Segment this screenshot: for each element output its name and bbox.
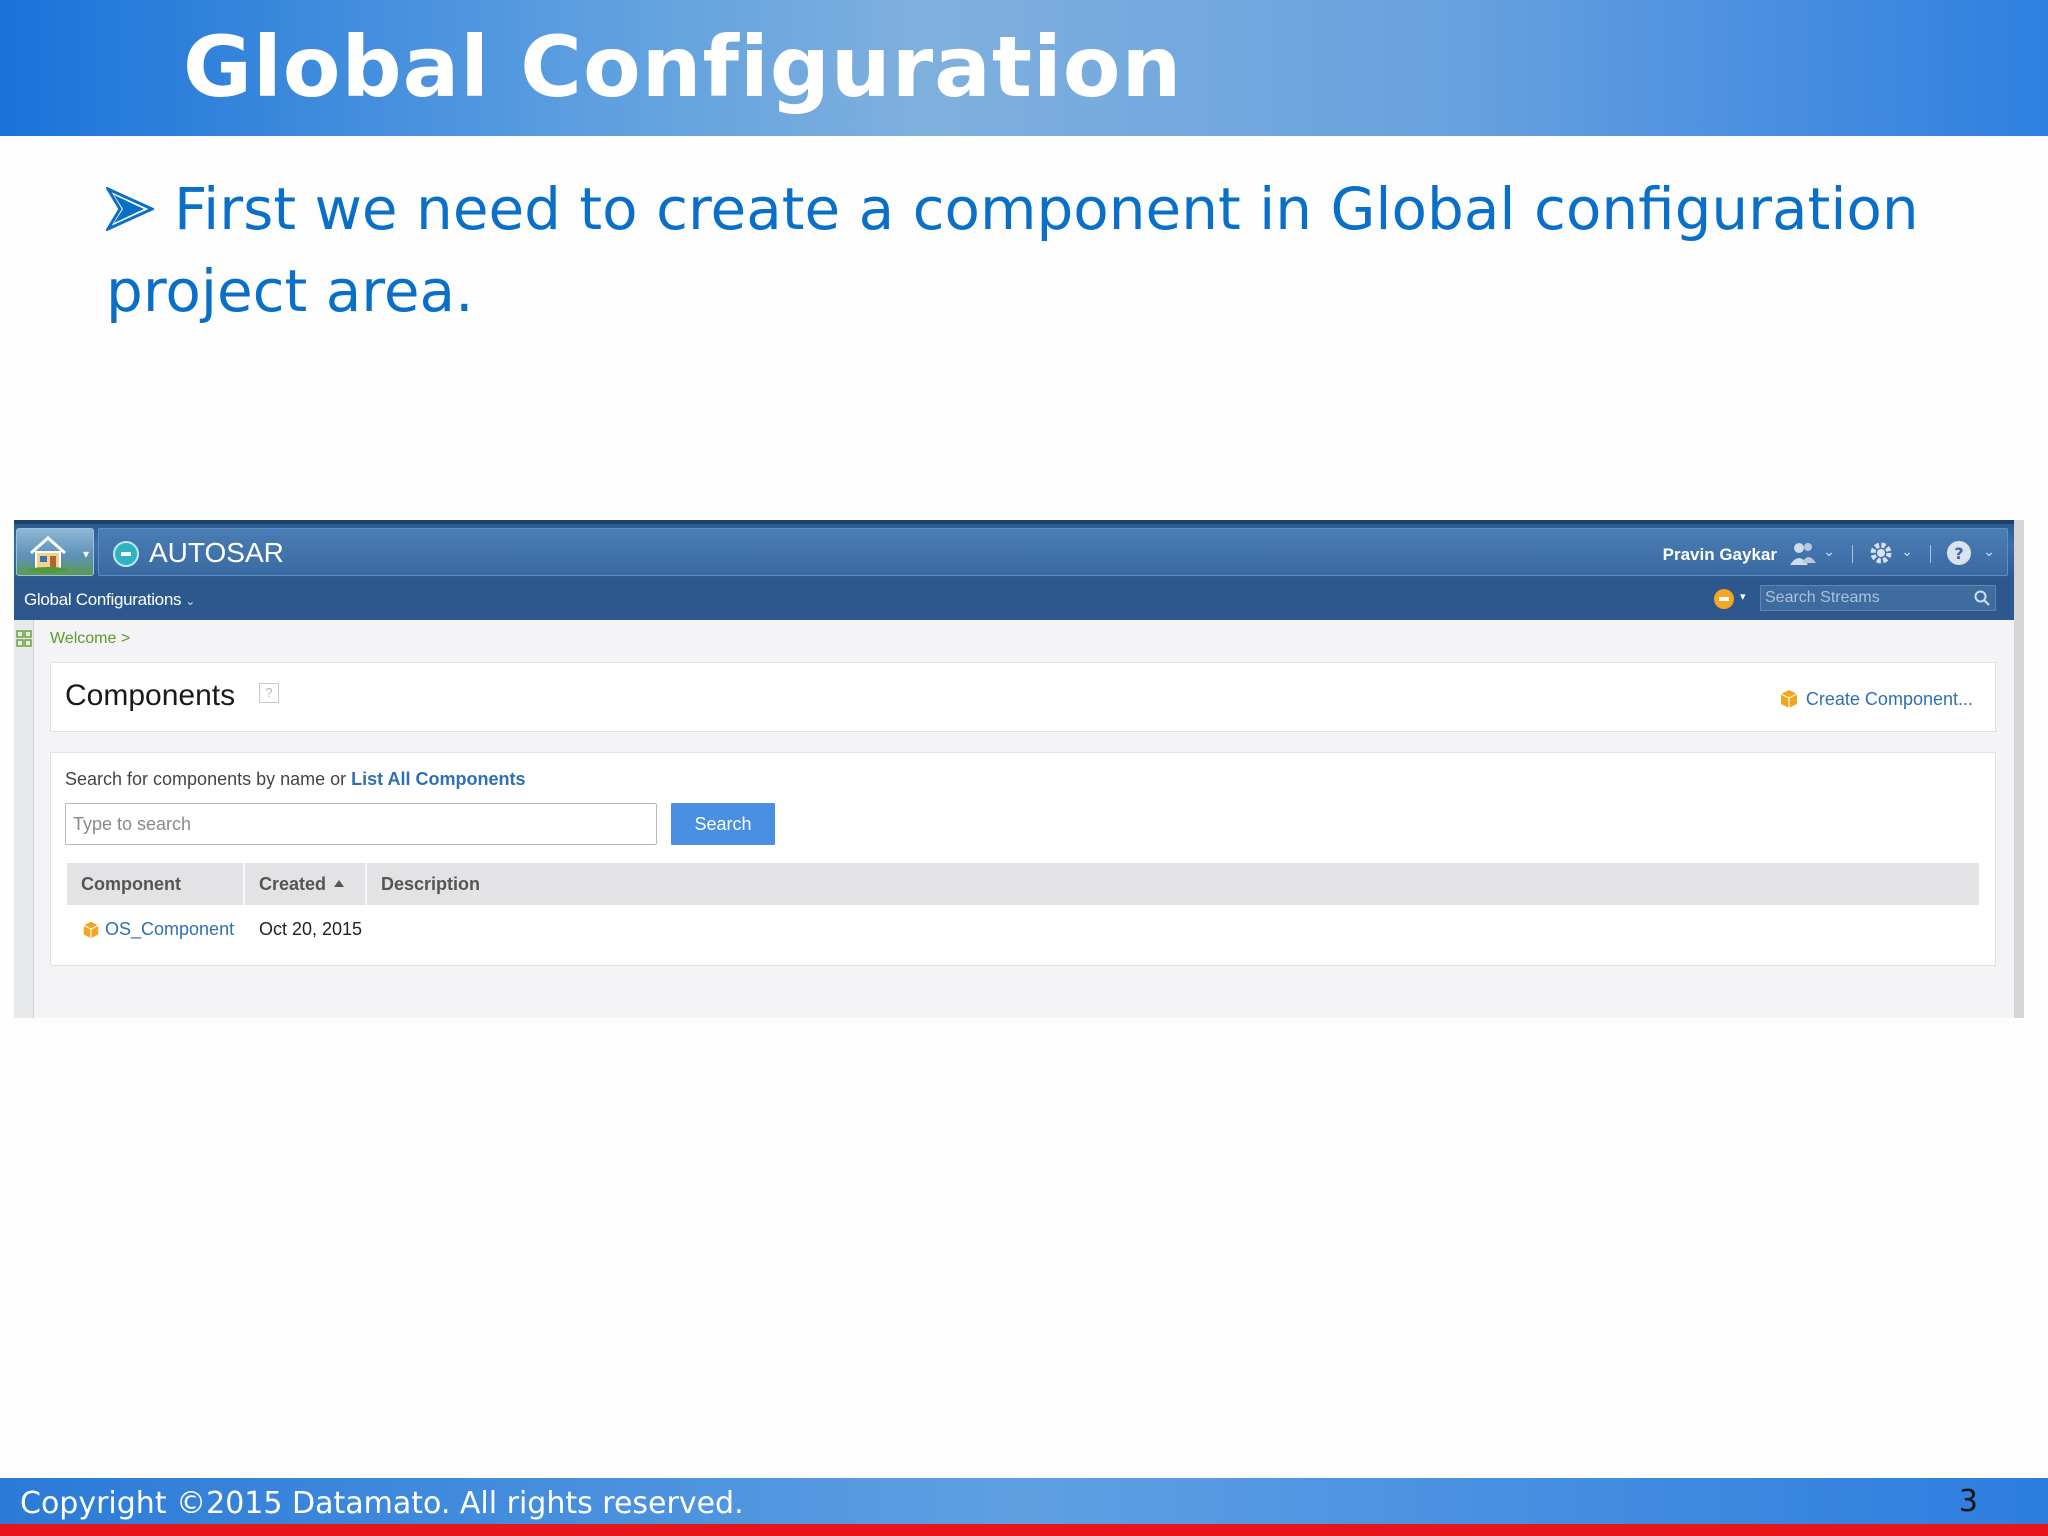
components-header-panel: Components ? Create Component...	[50, 662, 1996, 732]
search-input[interactable]: Type to search	[65, 803, 657, 845]
gear-icon[interactable]	[1867, 539, 1895, 567]
created-date: Oct 20, 2015	[259, 919, 363, 939]
header-separator	[1930, 545, 1931, 563]
page-title: Components	[65, 679, 236, 712]
question-icon[interactable]: ?	[259, 683, 279, 703]
svg-text:?: ?	[1954, 544, 1963, 563]
project-area-label: Global Configurations	[24, 590, 182, 609]
package-icon	[83, 921, 99, 939]
app-top-bar: ▾ AUTOSAR Pravin Gaykar ⌄ ⌄ ? ⌄	[14, 520, 2014, 578]
column-header-component[interactable]: Component	[67, 863, 245, 905]
user-name[interactable]: Pravin Gaykar	[1663, 545, 1777, 565]
table-header: Component Created Description	[67, 863, 1979, 905]
page-number: 3	[1958, 1484, 1978, 1519]
create-component-link[interactable]: Create Component...	[1778, 687, 1973, 710]
stream-caret-icon[interactable]: ▾	[1740, 590, 1746, 603]
create-component-label: Create Component...	[1805, 689, 1973, 709]
help-caret-icon[interactable]: ⌄	[1983, 543, 1995, 560]
app-title-area: AUTOSAR Pravin Gaykar ⌄ ⌄ ? ⌄	[98, 528, 2008, 576]
search-hint: Search for components by name or List Al…	[65, 769, 526, 790]
package-icon	[1780, 690, 1798, 708]
arrow-bullet-icon	[106, 187, 154, 231]
home-caret-icon: ▾	[82, 547, 89, 561]
users-caret-icon[interactable]: ⌄	[1823, 543, 1835, 560]
help-icon[interactable]: ?	[1945, 539, 1973, 567]
stream-icon[interactable]	[1714, 589, 1734, 609]
footer-accent-strip	[0, 1524, 2048, 1536]
search-button[interactable]: Search	[671, 803, 775, 845]
bullet-point: First we need to create a component in G…	[106, 168, 1986, 332]
column-header-created-label: Created	[259, 874, 327, 894]
column-header-created[interactable]: Created	[245, 863, 367, 905]
search-panel: Search for components by name or List Al…	[50, 752, 1996, 966]
breadcrumb[interactable]: Welcome >	[50, 630, 130, 648]
column-header-description[interactable]: Description	[367, 863, 1979, 905]
project-area-bar: Global Configurations ⌄ ▾ Search Streams	[14, 578, 2014, 620]
left-edge-strip	[14, 620, 34, 1018]
search-icon[interactable]	[1974, 590, 1990, 606]
list-all-components-link[interactable]: List All Components	[351, 769, 525, 789]
app-name: AUTOSAR	[149, 537, 284, 568]
title-band: Global Configuration	[0, 0, 2048, 136]
project-area-menu[interactable]: Global Configurations ⌄	[24, 590, 195, 610]
copyright-text: Copyright ©2015 Datamato. All rights res…	[20, 1486, 744, 1521]
bullet-text: First we need to create a component in G…	[106, 175, 1919, 325]
grid-icon[interactable]	[16, 630, 32, 650]
home-button[interactable]: ▾	[16, 528, 94, 576]
search-streams-input[interactable]: Search Streams	[1760, 585, 1996, 611]
component-name: OS_Component	[105, 919, 235, 939]
search-hint-text: Search for components by name or	[65, 769, 352, 789]
users-icon[interactable]	[1789, 539, 1817, 567]
slide-title: Global Configuration	[183, 18, 1183, 116]
table-row: OS_Component Oct 20, 2015	[67, 905, 1979, 953]
gear-caret-icon[interactable]: ⌄	[1901, 543, 1913, 560]
footer-bar: Copyright ©2015 Datamato. All rights res…	[0, 1478, 2048, 1524]
embedded-screenshot: ▾ AUTOSAR Pravin Gaykar ⌄ ⌄ ? ⌄ Global C…	[14, 520, 2024, 1018]
sort-ascending-icon	[334, 880, 345, 887]
header-separator	[1852, 545, 1853, 563]
component-link[interactable]: OS_Component	[81, 919, 234, 940]
home-icon	[28, 535, 68, 573]
chevron-down-icon: ⌄	[185, 594, 195, 608]
app-logo-icon	[113, 541, 139, 567]
